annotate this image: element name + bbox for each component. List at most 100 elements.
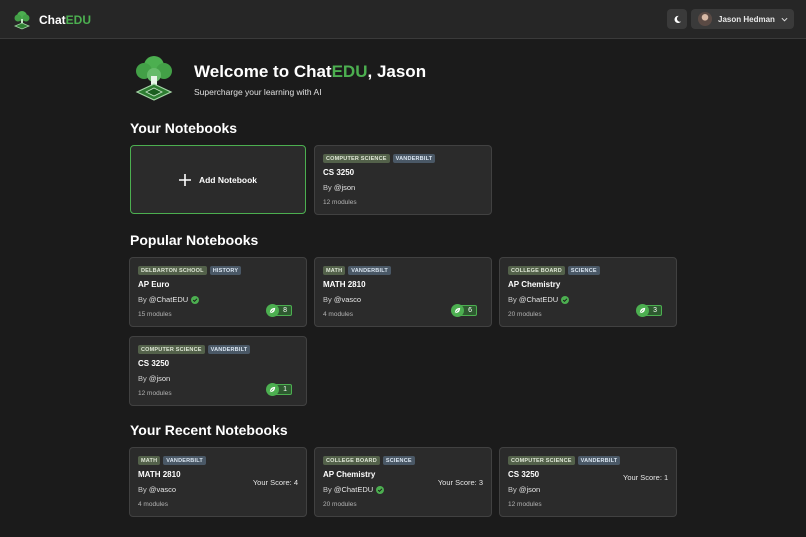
notebook-tag: SCIENCE xyxy=(567,266,600,275)
tagline: Supercharge your learning with AI xyxy=(194,87,322,97)
author-handle[interactable]: @ChatEDU xyxy=(334,485,373,494)
notebook-modules: 20 modules xyxy=(323,501,357,508)
notebook-tags: DELBARTON SCHOOL HISTORY xyxy=(138,266,242,275)
notebook-tag: COMPUTER SCIENCE xyxy=(508,456,575,465)
notebook-title: AP Chemistry xyxy=(323,470,376,479)
author-handle[interactable]: @ChatEDU xyxy=(519,295,558,304)
your-notebooks-heading: Your Notebooks xyxy=(130,120,238,136)
notebook-tag: COMPUTER SCIENCE xyxy=(323,154,390,163)
notebook-author: By @ChatEDU xyxy=(138,295,200,304)
notebook-author: By @json xyxy=(138,374,170,383)
popular-notebooks-heading: Popular Notebooks xyxy=(130,232,259,248)
notebook-tags: COMPUTER SCIENCE VANDERBILT xyxy=(138,345,251,354)
brand-name: ChatEDU xyxy=(39,13,92,27)
notebook-tags: MATH VANDERBILT xyxy=(138,456,206,465)
notebook-author: By @vasco xyxy=(138,485,176,494)
notebook-tag: VANDERBILT xyxy=(577,456,621,465)
notebook-tags: COLLEGE BOARD SCIENCE xyxy=(323,456,415,465)
notebook-title: AP Chemistry xyxy=(508,280,561,289)
moon-icon xyxy=(674,15,681,23)
plus-icon xyxy=(178,173,191,186)
notebook-card[interactable]: COMPUTER SCIENCE VANDERBILT CS 3250 By @jso… xyxy=(314,145,492,215)
notebook-card[interactable]: COMPUTER SCIENCE VANDERBILT CS 3250 By @jso… xyxy=(129,336,307,406)
notebook-author: By @json xyxy=(323,183,355,192)
popularity-count: 3 xyxy=(636,304,664,317)
notebook-card[interactable]: COLLEGE BOARD SCIENCE AP Chemistry By @Chat… xyxy=(499,257,677,327)
notebook-card[interactable]: COLLEGE BOARD SCIENCE AP Chemistry By @Chat… xyxy=(314,447,492,517)
notebook-tags: MATH VANDERBILT xyxy=(323,266,391,275)
verified-icon xyxy=(191,295,200,304)
notebook-modules: 20 modules xyxy=(508,311,542,318)
notebook-title: AP Euro xyxy=(138,280,170,289)
notebook-author: By @ChatEDU xyxy=(508,295,570,304)
leaf-icon xyxy=(269,386,276,393)
leaf-icon xyxy=(639,307,646,314)
popularity-count: 1 xyxy=(266,383,294,396)
chatedu-hero-logo-icon xyxy=(135,56,173,101)
notebook-tag: DELBARTON SCHOOL xyxy=(138,266,207,275)
notebook-author: By @json xyxy=(508,485,540,494)
notebook-tags: COMPUTER SCIENCE VANDERBILT xyxy=(323,154,436,163)
your-score: Your Score: 4 xyxy=(252,478,298,487)
theme-toggle-button[interactable] xyxy=(667,9,687,29)
verified-icon xyxy=(376,485,385,494)
avatar xyxy=(698,12,712,26)
add-notebook-button[interactable]: Add Notebook xyxy=(130,145,306,214)
author-handle[interactable]: @ChatEDU xyxy=(149,295,188,304)
notebook-card[interactable]: MATH VANDERBILT MATH 2810 By @vasco 4 module… xyxy=(314,257,492,327)
notebook-author: By @ChatEDU xyxy=(323,485,385,494)
notebook-tag: MATH xyxy=(138,456,161,465)
notebook-title: CS 3250 xyxy=(323,168,355,177)
notebook-card[interactable]: COMPUTER SCIENCE VANDERBILT CS 3250 By @jso… xyxy=(499,447,677,517)
notebook-author: By @vasco xyxy=(323,295,361,304)
author-handle[interactable]: @json xyxy=(519,485,540,494)
notebook-modules: 4 modules xyxy=(138,501,168,508)
popularity-count: 8 xyxy=(266,304,294,317)
author-handle[interactable]: @json xyxy=(334,183,355,192)
notebook-tag: MATH xyxy=(323,266,346,275)
leaf-badge xyxy=(266,304,279,317)
user-menu-button[interactable]: Jason Hedman xyxy=(691,9,794,29)
notebook-tags: COMPUTER SCIENCE VANDERBILT xyxy=(508,456,621,465)
notebook-card[interactable]: DELBARTON SCHOOL HISTORY AP Euro By @ChatED… xyxy=(129,257,307,327)
author-prefix: By xyxy=(138,295,147,304)
notebook-tag: VANDERBILT xyxy=(392,154,436,163)
add-notebook-label: Add Notebook xyxy=(198,174,258,185)
notebook-tag: VANDERBILT xyxy=(348,266,391,275)
notebook-tag: VANDERBILT xyxy=(163,456,206,465)
notebook-tag: HISTORY xyxy=(209,266,242,275)
author-prefix: By xyxy=(138,485,147,494)
author-prefix: By xyxy=(323,183,332,192)
welcome-heading: Welcome to ChatEDU, Jason xyxy=(194,62,427,81)
author-prefix: By xyxy=(323,485,332,494)
notebook-title: MATH 2810 xyxy=(323,280,366,289)
tree-chip-logo-icon xyxy=(13,11,31,30)
notebook-tag: SCIENCE xyxy=(382,456,415,465)
popularity-count: 6 xyxy=(451,304,479,317)
leaf-badge xyxy=(451,304,464,317)
brand[interactable]: ChatEDU xyxy=(11,9,91,31)
notebook-card[interactable]: MATH VANDERBILT MATH 2810 By @vasco 4 module… xyxy=(129,447,307,517)
verified-icon xyxy=(561,295,570,304)
your-score: Your Score: 3 xyxy=(437,478,483,487)
author-prefix: By xyxy=(138,374,147,383)
author-handle[interactable]: @vasco xyxy=(334,295,361,304)
author-prefix: By xyxy=(508,485,517,494)
author-handle[interactable]: @vasco xyxy=(149,485,176,494)
notebook-modules: 12 modules xyxy=(323,199,357,206)
notebook-title: CS 3250 xyxy=(508,470,540,479)
notebook-tag: VANDERBILT xyxy=(207,345,251,354)
chevron-down-icon xyxy=(781,17,788,22)
your-score: Your Score: 1 xyxy=(623,473,669,482)
user-name: Jason Hedman xyxy=(718,14,775,24)
leaf-badge xyxy=(636,304,649,317)
notebook-title: MATH 2810 xyxy=(138,470,181,479)
notebook-modules: 12 modules xyxy=(508,501,542,508)
recent-notebooks-heading: Your Recent Notebooks xyxy=(130,422,288,438)
author-prefix: By xyxy=(508,295,517,304)
notebook-tag: COLLEGE BOARD xyxy=(323,456,380,465)
notebook-title: CS 3250 xyxy=(138,359,170,368)
notebook-modules: 15 modules xyxy=(138,311,172,318)
author-handle[interactable]: @json xyxy=(149,374,170,383)
notebook-tags: COLLEGE BOARD SCIENCE xyxy=(508,266,600,275)
